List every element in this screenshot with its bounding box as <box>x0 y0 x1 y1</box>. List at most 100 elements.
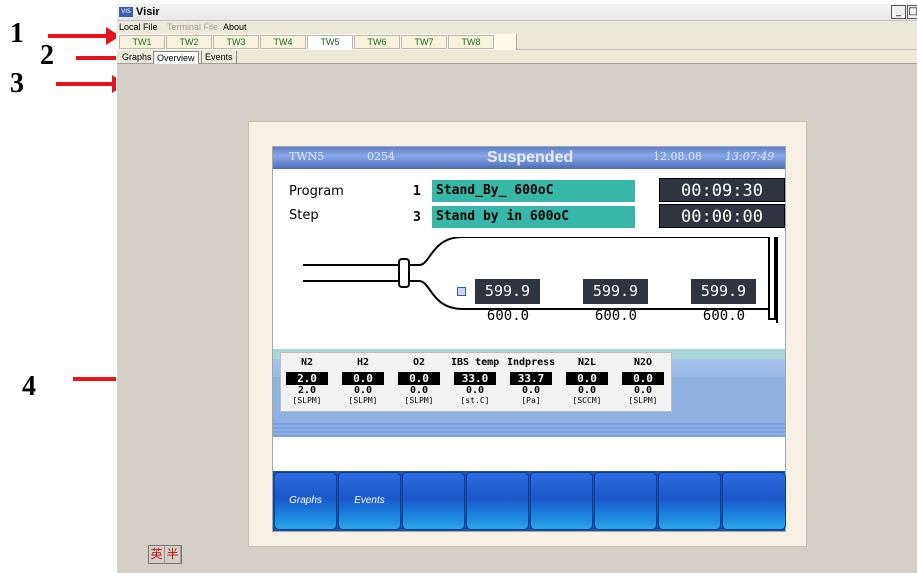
program-name: Stand_By_ 600oC <box>432 180 635 202</box>
gas-unit: [st.C] <box>460 396 490 405</box>
zone1-actual: 599.9 <box>475 279 540 304</box>
panel-button-row: Graphs Events <box>273 471 786 531</box>
tab-tw2[interactable]: TW2 <box>166 35 212 49</box>
gas-actual: 0.0 <box>622 372 664 385</box>
gas-setpoint: 0.0 <box>353 385 373 396</box>
app-icon: VIS <box>119 7 133 17</box>
program-timer: 00:09:30 <box>659 178 785 202</box>
status-time: 13:07:49 <box>725 150 775 163</box>
client-area: TWN5 0254 Suspended 12.08.08 13:07:49 Pr… <box>117 65 917 573</box>
step-label: Step <box>289 208 319 223</box>
panel-button-5[interactable] <box>530 472 593 530</box>
gas-setpoint: 0.0 <box>465 385 485 396</box>
gas-column-n2: N2 2.0 2.0 [SLPM] <box>283 357 331 406</box>
tool-tabs-bar: TW1 TW2 TW3 TW4 TW5 TW6 TW7 TW8 <box>117 34 917 50</box>
tab-events[interactable]: Events <box>201 51 237 64</box>
annotation-4: 4 <box>22 371 36 402</box>
gas-actual: 2.0 <box>286 372 328 385</box>
step-timer: 00:00:00 <box>659 204 785 228</box>
panel-graphs-button[interactable]: Graphs <box>274 472 337 530</box>
gas-name: O2 <box>412 357 426 368</box>
gas-unit: [Pa] <box>521 396 541 405</box>
tab-overview[interactable]: Overview <box>153 51 199 64</box>
tab-tw4[interactable]: TW4 <box>260 35 306 49</box>
menu-about[interactable]: About <box>223 22 247 32</box>
annotation-1: 1 <box>10 18 24 49</box>
annotation-2: 2 <box>40 40 54 71</box>
panel-button-4[interactable] <box>466 472 529 530</box>
status-bar: TWN5 0254 Suspended 12.08.08 13:07:49 <box>273 147 785 169</box>
app-window: VIS Visir _ □ Local File Terminal File A… <box>116 4 917 573</box>
gas-column-n2l: N2L 0.0 0.0 [SCCM] <box>563 357 611 406</box>
tab-tw8[interactable]: TW8 <box>448 35 494 49</box>
menu-bar: Local File Terminal File About <box>117 21 917 34</box>
gas-actual: 0.0 <box>342 372 384 385</box>
gas-name: N2 <box>300 357 314 368</box>
gas-column-h2: H2 0.0 0.0 [SLPM] <box>339 357 387 406</box>
gas-actual: 33.7 <box>510 372 552 385</box>
gas-unit: [SCCM] <box>572 396 602 405</box>
status-date: 12.08.08 <box>653 150 702 163</box>
gas-unit: [SLPM] <box>348 396 378 405</box>
zone-info-icon[interactable] <box>457 287 466 296</box>
zone2-actual: 599.9 <box>583 279 648 304</box>
title-bar: VIS Visir _ □ <box>117 4 917 21</box>
zone3-actual: 599.9 <box>691 279 756 304</box>
gas-name: N2L <box>577 357 597 368</box>
tab-tw3[interactable]: TW3 <box>213 35 259 49</box>
gas-column-indpress: Indpress 33.7 0.0 [Pa] <box>507 357 555 406</box>
status-state: Suspended <box>487 149 574 166</box>
panel-button-8[interactable] <box>722 472 786 530</box>
gas-name: N2O <box>633 357 653 368</box>
panel-events-button[interactable]: Events <box>338 472 401 530</box>
unit-label: TWN5 <box>289 150 325 163</box>
view-tabs: Graphs Overview Events <box>117 50 917 64</box>
unit-code: 0254 <box>367 150 395 163</box>
gas-column-o2: O2 0.0 0.0 [SLPM] <box>395 357 443 406</box>
zone2-setpoint: 600.0 <box>594 308 638 324</box>
program-number: 1 <box>413 184 421 199</box>
gas-column-n2o: N2O 0.0 0.0 [SLPM] <box>619 357 667 406</box>
tab-tw7[interactable]: TW7 <box>401 35 447 49</box>
gas-flow-panel: N2 2.0 2.0 [SLPM] H2 0.0 0.0 [SLPM] O2 0… <box>280 352 672 412</box>
tab-tw5[interactable]: TW5 <box>307 35 353 49</box>
gas-setpoint: 0.0 <box>577 385 597 396</box>
gas-name: H2 <box>356 357 370 368</box>
gas-unit: [SLPM] <box>292 396 322 405</box>
zone1-setpoint: 600.0 <box>486 308 530 324</box>
gas-actual: 33.0 <box>454 372 496 385</box>
background-band <box>273 421 785 437</box>
tab-tw6[interactable]: TW6 <box>354 35 400 49</box>
step-name: Stand by in 600oC <box>432 206 635 228</box>
gas-setpoint: 0.0 <box>521 385 541 396</box>
gas-column-ibs-temp: IBS temp 33.0 0.0 [st.C] <box>451 357 499 406</box>
gas-name: IBS temp <box>451 357 499 368</box>
panel-button-3[interactable] <box>402 472 465 530</box>
hmi-screen: TWN5 0254 Suspended 12.08.08 13:07:49 Pr… <box>272 146 786 532</box>
gas-name: Indpress <box>507 357 555 368</box>
gas-unit: [SLPM] <box>404 396 434 405</box>
panel-button-7[interactable] <box>658 472 721 530</box>
annotation-arrow-1 <box>48 27 120 45</box>
tab-tw1[interactable]: TW1 <box>119 35 165 49</box>
annotation-arrow-3 <box>56 75 126 93</box>
overview-panel: TWN5 0254 Suspended 12.08.08 13:07:49 Pr… <box>248 121 807 547</box>
step-number: 3 <box>413 210 421 225</box>
window-title: Visir <box>136 6 160 18</box>
gas-actual: 0.0 <box>566 372 608 385</box>
zone3-setpoint: 600.0 <box>702 308 746 324</box>
gas-setpoint: 0.0 <box>633 385 653 396</box>
tab-graphs[interactable]: Graphs <box>119 51 155 64</box>
ime-indicator[interactable]: 英 半 <box>148 545 182 564</box>
program-label: Program <box>289 184 344 199</box>
minimize-icon[interactable]: _ <box>891 5 906 19</box>
ime-width[interactable]: 半 <box>165 546 181 563</box>
ime-language[interactable]: 英 <box>149 546 165 563</box>
gas-actual: 0.0 <box>398 372 440 385</box>
gas-unit: [SLPM] <box>628 396 658 405</box>
menu-local-file[interactable]: Local File <box>119 22 158 32</box>
panel-button-6[interactable] <box>594 472 657 530</box>
gas-setpoint: 0.0 <box>409 385 429 396</box>
menu-terminal-file[interactable]: Terminal File <box>167 22 218 32</box>
maximize-icon[interactable]: □ <box>907 5 917 19</box>
